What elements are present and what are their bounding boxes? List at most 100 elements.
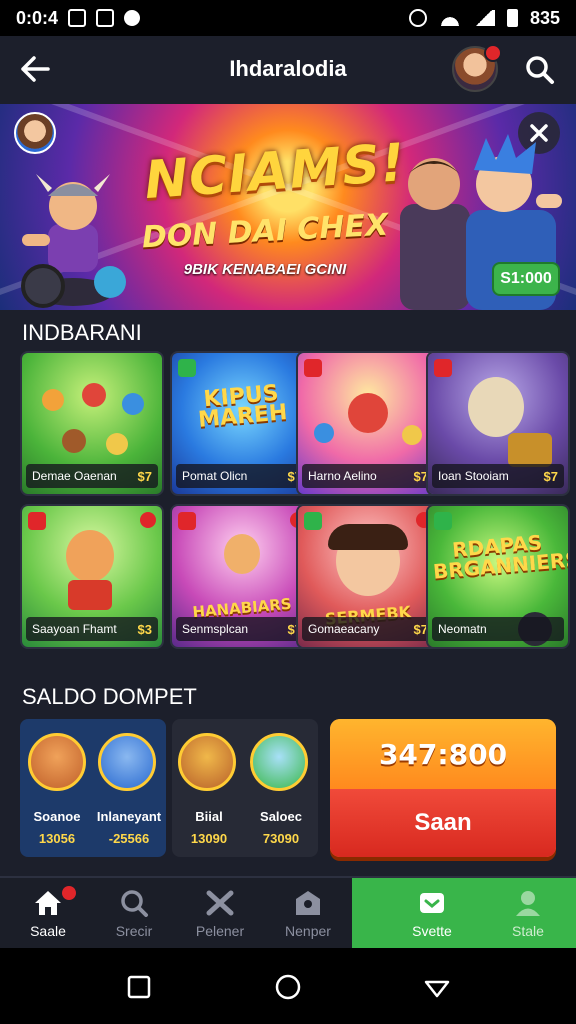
notification-badge xyxy=(62,886,76,900)
nav-label: Stale xyxy=(512,923,544,939)
back-triangle-icon[interactable] xyxy=(424,974,450,1000)
wallet-card[interactable]: Soanoe Inlaneyant 13056 -25566 xyxy=(20,719,166,857)
nav-label: Nenper xyxy=(285,923,331,939)
game-title: Harno Aelino xyxy=(308,469,377,483)
banner-avatar[interactable] xyxy=(14,112,56,154)
wallet-section-title: SALDO DOMPET xyxy=(22,684,197,709)
recents-icon[interactable] xyxy=(126,974,152,1000)
character-icon xyxy=(62,429,86,453)
game-caption-bar: Pomat Olicn $7 xyxy=(176,464,308,488)
nav-label: Saale xyxy=(30,923,66,939)
nav-label: Svette xyxy=(412,923,452,939)
game-tile[interactable]: KIPUS MAREH Pomat Olicn $7 xyxy=(170,351,314,496)
wallet-item-name: Biial xyxy=(195,809,223,824)
banner-price-button[interactable]: S1:000 xyxy=(492,262,560,296)
balance-card: 347:800 Saan xyxy=(330,719,556,857)
profile-avatar-button[interactable] xyxy=(452,44,502,92)
game-title: Demae Oaenan xyxy=(32,469,117,483)
favorite-icon[interactable] xyxy=(140,512,156,528)
status-right: 835 xyxy=(408,7,560,29)
battery-level: 835 xyxy=(529,7,560,28)
search-icon xyxy=(121,890,148,917)
battery-icon xyxy=(506,9,518,27)
game-tile[interactable]: Demae Oaenan $7 xyxy=(20,351,164,496)
game-tile[interactable]: SERMEBK Gomaeacany $7 xyxy=(296,504,440,649)
treasure-icon xyxy=(508,433,552,467)
character-icon xyxy=(106,433,128,455)
game-caption-bar: Harno Aelino $7 xyxy=(302,464,434,488)
wallet-balance: 347:800 xyxy=(330,719,556,789)
wallet-item-value: -25566 xyxy=(108,831,150,846)
game-caption-bar: Ioan Stooiam $7 xyxy=(432,464,564,488)
game-title: Pomat Olicn xyxy=(182,469,248,483)
promo-banner[interactable]: NCIAMS! DON DAI CHEX 9BIK KENABAEI GCINI… xyxy=(0,104,576,310)
hot-badge-icon xyxy=(434,359,452,377)
wifi-icon xyxy=(438,10,461,26)
wallet-item-value: 73090 xyxy=(262,831,300,846)
cell-signal-icon xyxy=(472,10,495,26)
wallet-item-value: 13090 xyxy=(190,831,228,846)
character-icon xyxy=(402,425,422,445)
home-circle-icon[interactable] xyxy=(275,974,301,1000)
viking-character-illustration xyxy=(21,174,126,308)
nav-label: Srecir xyxy=(115,923,153,939)
game-price: $3 xyxy=(137,621,152,637)
character-body-icon xyxy=(68,580,112,610)
game-tile[interactable]: Ioan Stooiam $7 xyxy=(426,351,570,496)
wallet-action-button[interactable]: Saan xyxy=(330,789,556,857)
home-icon xyxy=(35,891,61,915)
game-tile[interactable]: RDAPAS BRGANNIERS Neomatn xyxy=(426,504,570,649)
banner-tagline: 9BIK KENABAEI GCINI xyxy=(183,261,347,278)
status-time: 0:0:4 xyxy=(16,7,59,28)
character-avatar-icon xyxy=(28,733,86,791)
game-caption-bar: Senmsplcan $7 xyxy=(176,617,308,641)
hot-badge-icon xyxy=(304,359,322,377)
wallet-item-name: Inlaneyant xyxy=(96,809,162,824)
character-icon xyxy=(468,377,524,437)
game-price: $7 xyxy=(137,468,152,484)
alarm-icon xyxy=(408,9,427,27)
new-badge-icon xyxy=(434,512,452,530)
character-icon xyxy=(122,393,144,415)
character-hair-icon xyxy=(328,524,408,550)
gallery-notification-icon xyxy=(68,9,87,27)
nav-item-planner[interactable]: Pelener xyxy=(176,878,264,950)
notification-badge xyxy=(484,44,502,62)
crossed-swords-icon xyxy=(206,890,234,916)
character-avatar-icon xyxy=(98,733,156,791)
game-tile[interactable]: Harno Aelino $7 xyxy=(296,351,440,496)
game-tile[interactable]: HANABIARS Senmsplcan $7 xyxy=(170,504,314,649)
nav-item-profile[interactable]: Stale xyxy=(484,878,572,950)
character-icon xyxy=(314,423,334,443)
status-bar: 0:0:4 835 xyxy=(0,0,576,36)
character-icon xyxy=(42,389,64,411)
character-avatar-icon xyxy=(250,733,308,791)
hot-badge-icon xyxy=(28,512,46,530)
shop-icon xyxy=(296,891,320,915)
wallet-item-value: 13056 xyxy=(38,831,76,846)
nav-item-search[interactable]: Srecir xyxy=(90,878,178,950)
search-button[interactable] xyxy=(520,50,560,90)
wallet-panel: Soanoe Inlaneyant 13056 -25566 Biial Sal… xyxy=(20,719,558,859)
banner-subtitle: DON DAI CHEX xyxy=(141,207,389,256)
game-price: $7 xyxy=(543,468,558,484)
nav-item-member[interactable]: Nenper xyxy=(264,878,352,950)
nav-item-home[interactable]: Saale xyxy=(4,878,92,950)
game-caption-bar: Demae Oaenan $7 xyxy=(26,464,158,488)
character-icon xyxy=(224,534,260,574)
character-icon xyxy=(82,383,106,407)
character-icon xyxy=(348,393,388,433)
game-title: Neomatn xyxy=(438,622,487,636)
game-title: Gomaeacany xyxy=(308,622,380,636)
app-screen: Ihdaralodia NCIAMS! DON DAI CHEX 9BIK KE… xyxy=(0,36,576,950)
wallet-card[interactable]: Biial Saloec 13090 73090 xyxy=(172,719,318,857)
game-caption-bar: Saayoan Fhamt $3 xyxy=(26,617,158,641)
game-tile[interactable]: Saayoan Fhamt $3 xyxy=(20,504,164,649)
record-notification-icon xyxy=(124,10,141,26)
wallet-item-name: Soanoe xyxy=(33,809,81,824)
new-badge-icon xyxy=(178,359,196,377)
game-title: Senmsplcan xyxy=(182,622,249,636)
character-avatar-icon xyxy=(178,733,236,791)
search-icon xyxy=(526,56,554,84)
nav-item-wallet[interactable]: Svette xyxy=(388,878,476,950)
